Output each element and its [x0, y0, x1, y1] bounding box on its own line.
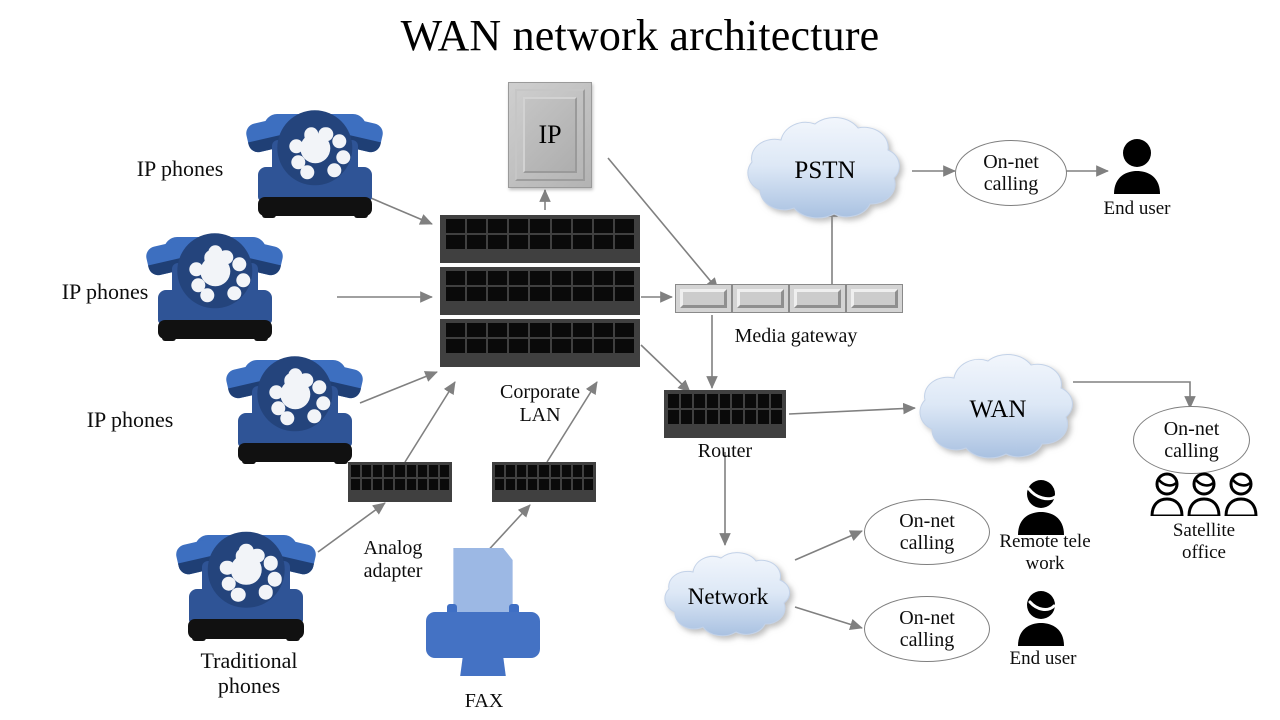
- person-icon: [1014, 590, 1068, 646]
- label-ip-phones-3: IP phones: [86, 407, 174, 432]
- network-switch-icon: [440, 267, 640, 315]
- cloud-icon: Network: [655, 545, 801, 649]
- router-icon: [664, 390, 786, 438]
- label-router: Router: [697, 440, 753, 462]
- label-remote-tele-work: Remote tele work: [999, 531, 1091, 574]
- person-icon: [1110, 138, 1164, 194]
- pstn-label: PSTN: [794, 157, 856, 184]
- phone-feet: [191, 635, 301, 641]
- media-gateway-icon: [675, 284, 907, 313]
- telephone-icon: [224, 356, 366, 464]
- fax-output-tray: [460, 655, 506, 676]
- label-corporate-lan: Corporate LAN: [500, 381, 580, 426]
- adapter-ports: [495, 465, 593, 490]
- label-ip-phones-1: IP phones: [136, 156, 224, 181]
- wan-label: WAN: [969, 396, 1027, 423]
- switch-ports: [446, 322, 634, 353]
- people-group-icon: [1148, 472, 1260, 516]
- diagram-canvas: WAN network architecture IP phones IP ph…: [0, 0, 1280, 720]
- on-net-calling-end-user[interactable]: On-net calling: [864, 596, 990, 662]
- fax-body: [426, 612, 540, 659]
- on-net-calling-pstn[interactable]: On-net calling: [955, 140, 1067, 206]
- person-icon: [1014, 479, 1068, 535]
- label-satellite-office: Satellite office: [1172, 520, 1236, 563]
- on-net-calling-remote[interactable]: On-net calling: [864, 499, 990, 565]
- telephone-icon: [244, 110, 386, 218]
- phone-dial: [207, 531, 285, 608]
- label-end-user-top: End user: [1103, 198, 1171, 219]
- adapter-ports: [351, 465, 449, 490]
- phone-feet: [241, 458, 349, 464]
- cloud-icon: PSTN: [734, 108, 916, 234]
- telephone-icon: [174, 531, 318, 641]
- on-net-calling-wan[interactable]: On-net calling: [1133, 406, 1250, 474]
- ip-pbx-icon: IP: [508, 82, 592, 188]
- label-ip-phones-2: IP phones: [61, 279, 149, 304]
- phone-feet: [261, 212, 369, 218]
- page-title: WAN network architecture: [400, 11, 880, 60]
- switch-ports: [446, 270, 634, 301]
- router-ports: [667, 393, 783, 424]
- label-traditional-phones: Traditional phones: [200, 648, 298, 699]
- ip-pbx-label: IP: [538, 120, 562, 149]
- label-fax: FAX: [464, 690, 504, 712]
- network-label: Network: [687, 584, 769, 609]
- fax-paper: [453, 548, 513, 615]
- label-media-gateway: Media gateway: [734, 325, 858, 347]
- phone-feet: [161, 335, 269, 341]
- analog-adapter-icon: [348, 462, 452, 502]
- switch-ports: [446, 218, 634, 249]
- network-switch-icon: [440, 319, 640, 367]
- analog-adapter-icon: [492, 462, 596, 502]
- network-switch-icon: [440, 215, 640, 263]
- fax-machine-icon: [426, 548, 540, 676]
- label-end-user-bottom: End user: [1009, 648, 1077, 669]
- cloud-icon: WAN: [908, 345, 1088, 475]
